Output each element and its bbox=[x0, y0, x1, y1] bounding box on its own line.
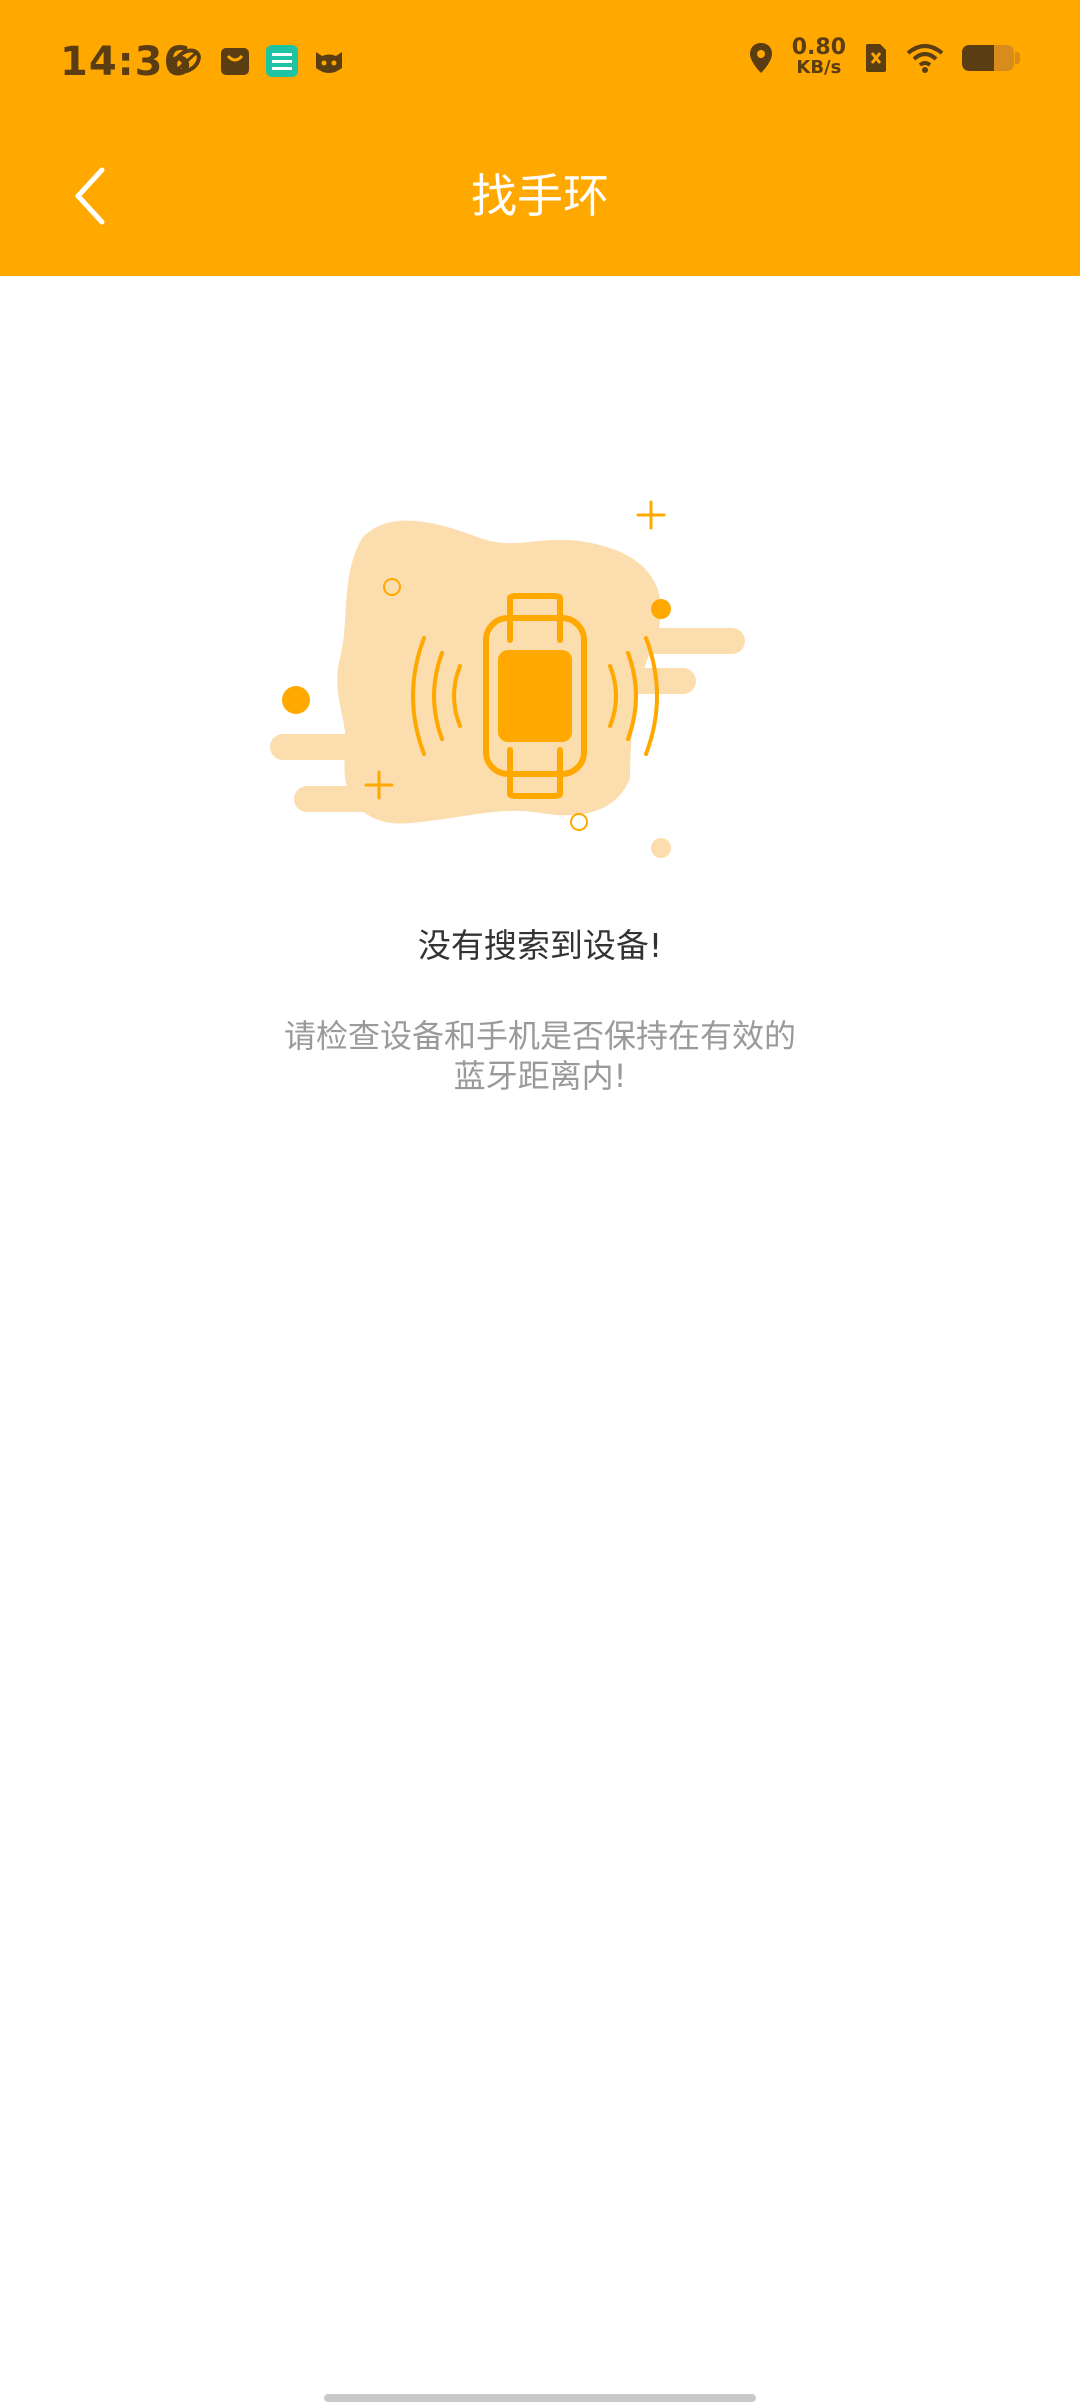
battery-tip bbox=[1015, 52, 1020, 64]
home-indicator[interactable] bbox=[324, 2394, 756, 2402]
page-title: 找手环 bbox=[471, 169, 609, 223]
network-speed-value: 0.80 bbox=[791, 35, 846, 60]
band-screen bbox=[498, 650, 572, 742]
shop-bag-icon bbox=[221, 48, 249, 75]
empty-state-title: 没有搜索到设备! bbox=[417, 926, 663, 965]
empty-state-description: 请检查设备和手机是否保持在有效的蓝牙距离内! bbox=[283, 1017, 796, 1095]
location-icon bbox=[749, 43, 772, 73]
speed-bar bbox=[605, 628, 745, 654]
network-speed: 0.80 KB/s bbox=[791, 35, 846, 78]
status-bar: 14:36 0.80 KB/s bbox=[0, 0, 1080, 130]
network-speed-unit: KB/s bbox=[796, 57, 842, 78]
header: 14:36 0.80 KB/s 找手环 bbox=[0, 0, 1080, 276]
decor-plus bbox=[636, 500, 666, 530]
decor-dot bbox=[651, 838, 671, 858]
smart-band-vibrating-icon bbox=[270, 500, 745, 858]
green-app-icon bbox=[266, 45, 298, 77]
app-bar: 找手环 bbox=[0, 130, 1080, 276]
wifi-icon bbox=[906, 44, 944, 73]
decor-dot bbox=[282, 686, 310, 714]
system-icons: 0.80 KB/s bbox=[748, 35, 1020, 78]
decor-dot bbox=[651, 599, 671, 619]
sim-disabled-icon bbox=[866, 44, 886, 72]
battery-body bbox=[962, 45, 1014, 71]
basketball-icon bbox=[173, 48, 201, 74]
speed-bar bbox=[270, 734, 410, 760]
battery-level bbox=[962, 45, 995, 71]
battery-icon bbox=[962, 45, 1020, 71]
cat-face-icon bbox=[316, 52, 342, 73]
decor-ring bbox=[570, 813, 588, 831]
speed-bar bbox=[294, 786, 404, 812]
notification-icons bbox=[170, 44, 346, 78]
